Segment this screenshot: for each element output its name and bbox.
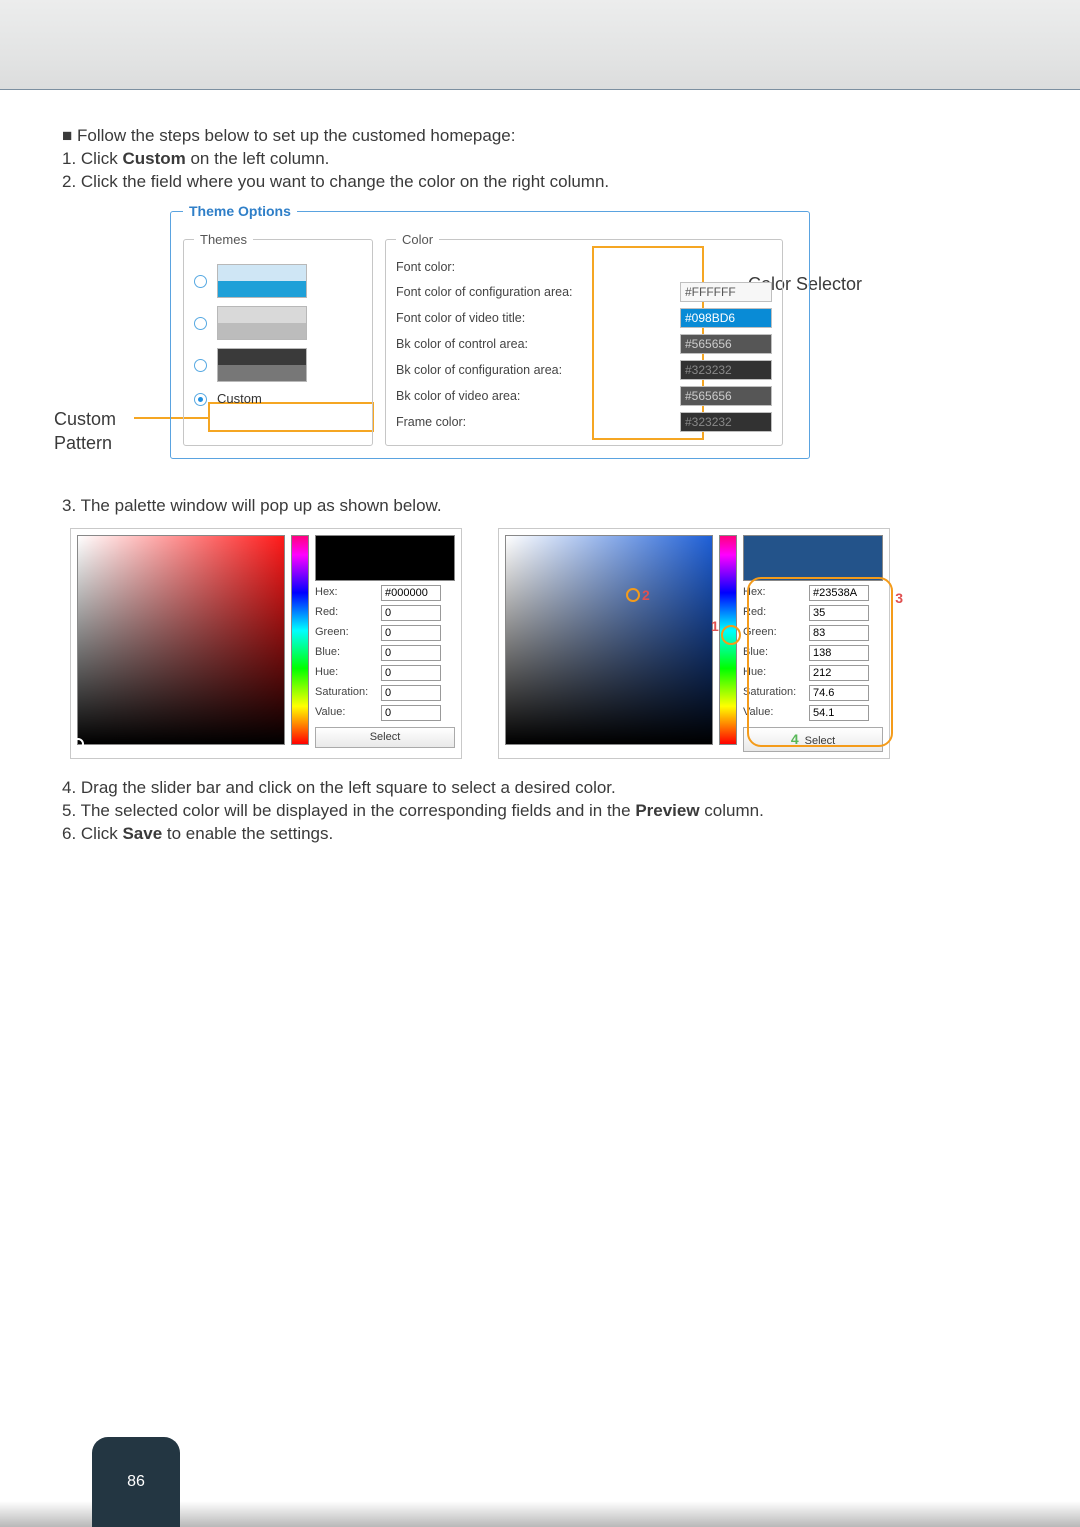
radio-icon[interactable] — [194, 359, 207, 372]
content-area: ■ Follow the steps below to set up the c… — [0, 90, 1080, 845]
pv-label: Hex: — [315, 585, 377, 600]
palette-blue: 2 1 Hex: Red: Green: Blue: Hue: Saturati… — [498, 528, 890, 759]
theme-swatch-1 — [217, 264, 307, 298]
color-row-label: Bk color of video area: — [396, 388, 680, 405]
color-row: Bk color of control area: — [396, 331, 772, 357]
mark-1-circle — [721, 625, 741, 645]
step5-post: column. — [700, 801, 764, 820]
palette-figures: Hex: Red: Green: Blue: Hue: Saturation: … — [70, 528, 1025, 759]
blue-input[interactable] — [381, 645, 441, 661]
sat-input[interactable] — [381, 685, 441, 701]
intro-step-2: 2. Click the field where you want to cha… — [62, 171, 1025, 194]
color-row: Frame color: — [396, 409, 772, 435]
step5-bold: Preview — [635, 801, 699, 820]
color-input[interactable] — [680, 334, 772, 354]
hex-input[interactable] — [381, 585, 441, 601]
color-row: Font color: — [396, 256, 772, 279]
color-input[interactable] — [680, 412, 772, 432]
step-3: 3. The palette window will pop up as sho… — [62, 495, 1025, 518]
step-5: 5. The selected color will be displayed … — [62, 800, 1025, 823]
sv-area[interactable] — [77, 535, 285, 745]
step6-post: to enable the settings. — [162, 824, 333, 843]
theme-option-custom[interactable]: Custom — [194, 390, 362, 408]
color-row: Font color of configuration area: — [396, 279, 772, 305]
theme-option-2[interactable] — [194, 306, 362, 340]
mark-1-number: 1 — [711, 617, 719, 636]
theme-option-3[interactable] — [194, 348, 362, 382]
intro-bullet: ■ Follow the steps below to set up the c… — [62, 125, 1025, 148]
mark-2-number: 2 — [642, 586, 650, 605]
pv-label: Blue: — [315, 645, 377, 660]
callout-custom-pattern: Custom Pattern — [54, 407, 154, 456]
page-number-tab: 86 — [92, 1437, 180, 1527]
theme-option-1[interactable] — [194, 264, 362, 298]
themes-fieldset: Themes — [183, 231, 373, 446]
color-row: Bk color of configuration area: — [396, 357, 772, 383]
theme-swatch-3 — [217, 348, 307, 382]
color-input[interactable] — [680, 386, 772, 406]
val-input[interactable] — [381, 705, 441, 721]
step1-pre: 1. Click — [62, 149, 122, 168]
color-row-label: Frame color: — [396, 414, 680, 431]
step-6: 6. Click Save to enable the settings. — [62, 823, 1025, 846]
mark-3-outline — [747, 577, 893, 747]
mark-3-number: 3 — [895, 589, 903, 608]
pv-label: Saturation: — [315, 685, 377, 700]
pv-label: Red: — [315, 605, 377, 620]
theme-custom-label: Custom — [217, 390, 262, 408]
hue-input[interactable] — [381, 665, 441, 681]
theme-options-figure: Custom Pattern Color Selector Theme Opti… — [62, 202, 1025, 467]
hue-slider[interactable] — [291, 535, 309, 745]
intro-step-1: 1. Click Custom on the left column. — [62, 148, 1025, 171]
step6-pre: 6. Click — [62, 824, 122, 843]
color-row-label: Font color: — [396, 259, 772, 276]
page-header-bar — [0, 0, 1080, 90]
themes-legend: Themes — [194, 231, 253, 249]
theme-options-legend: Theme Options — [183, 202, 297, 221]
palette-preview: Hex: Red: Green: Blue: Hue: Saturation: … — [315, 535, 455, 752]
color-input[interactable] — [680, 282, 772, 302]
radio-icon[interactable] — [194, 317, 207, 330]
preview-swatch — [315, 535, 455, 581]
radio-icon[interactable] — [194, 275, 207, 288]
sv-area[interactable]: 2 — [505, 535, 713, 745]
step6-bold: Save — [122, 824, 162, 843]
red-input[interactable] — [381, 605, 441, 621]
step-4: 4. Drag the slider bar and click on the … — [62, 777, 1025, 800]
color-fieldset: Color Font color: Font color of configur… — [385, 231, 783, 446]
green-input[interactable] — [381, 625, 441, 641]
color-row-label: Font color of configuration area: — [396, 284, 680, 301]
color-row-label: Bk color of control area: — [396, 336, 680, 353]
theme-options-fieldset: Theme Options Themes — [170, 202, 810, 459]
theme-swatch-2 — [217, 306, 307, 340]
color-row: Font color of video title: — [396, 305, 772, 331]
color-legend: Color — [396, 231, 439, 249]
radio-icon-selected[interactable] — [194, 393, 207, 406]
mark-2-circle — [626, 588, 640, 602]
preview-swatch — [743, 535, 883, 581]
color-input[interactable] — [680, 308, 772, 328]
pv-label: Value: — [315, 705, 377, 720]
pv-label: Green: — [315, 625, 377, 640]
pv-label: Hue: — [315, 665, 377, 680]
step1-bold: Custom — [122, 149, 185, 168]
select-button[interactable]: Select — [315, 727, 455, 748]
sv-cursor-icon — [72, 738, 84, 750]
color-row-label: Font color of video title: — [396, 310, 680, 327]
step1-post: on the left column. — [186, 149, 330, 168]
color-input[interactable] — [680, 360, 772, 380]
step5-pre: 5. The selected color will be displayed … — [62, 801, 635, 820]
palette-black: Hex: Red: Green: Blue: Hue: Saturation: … — [70, 528, 462, 759]
color-row-label: Bk color of configuration area: — [396, 362, 680, 379]
color-row: Bk color of video area: — [396, 383, 772, 409]
